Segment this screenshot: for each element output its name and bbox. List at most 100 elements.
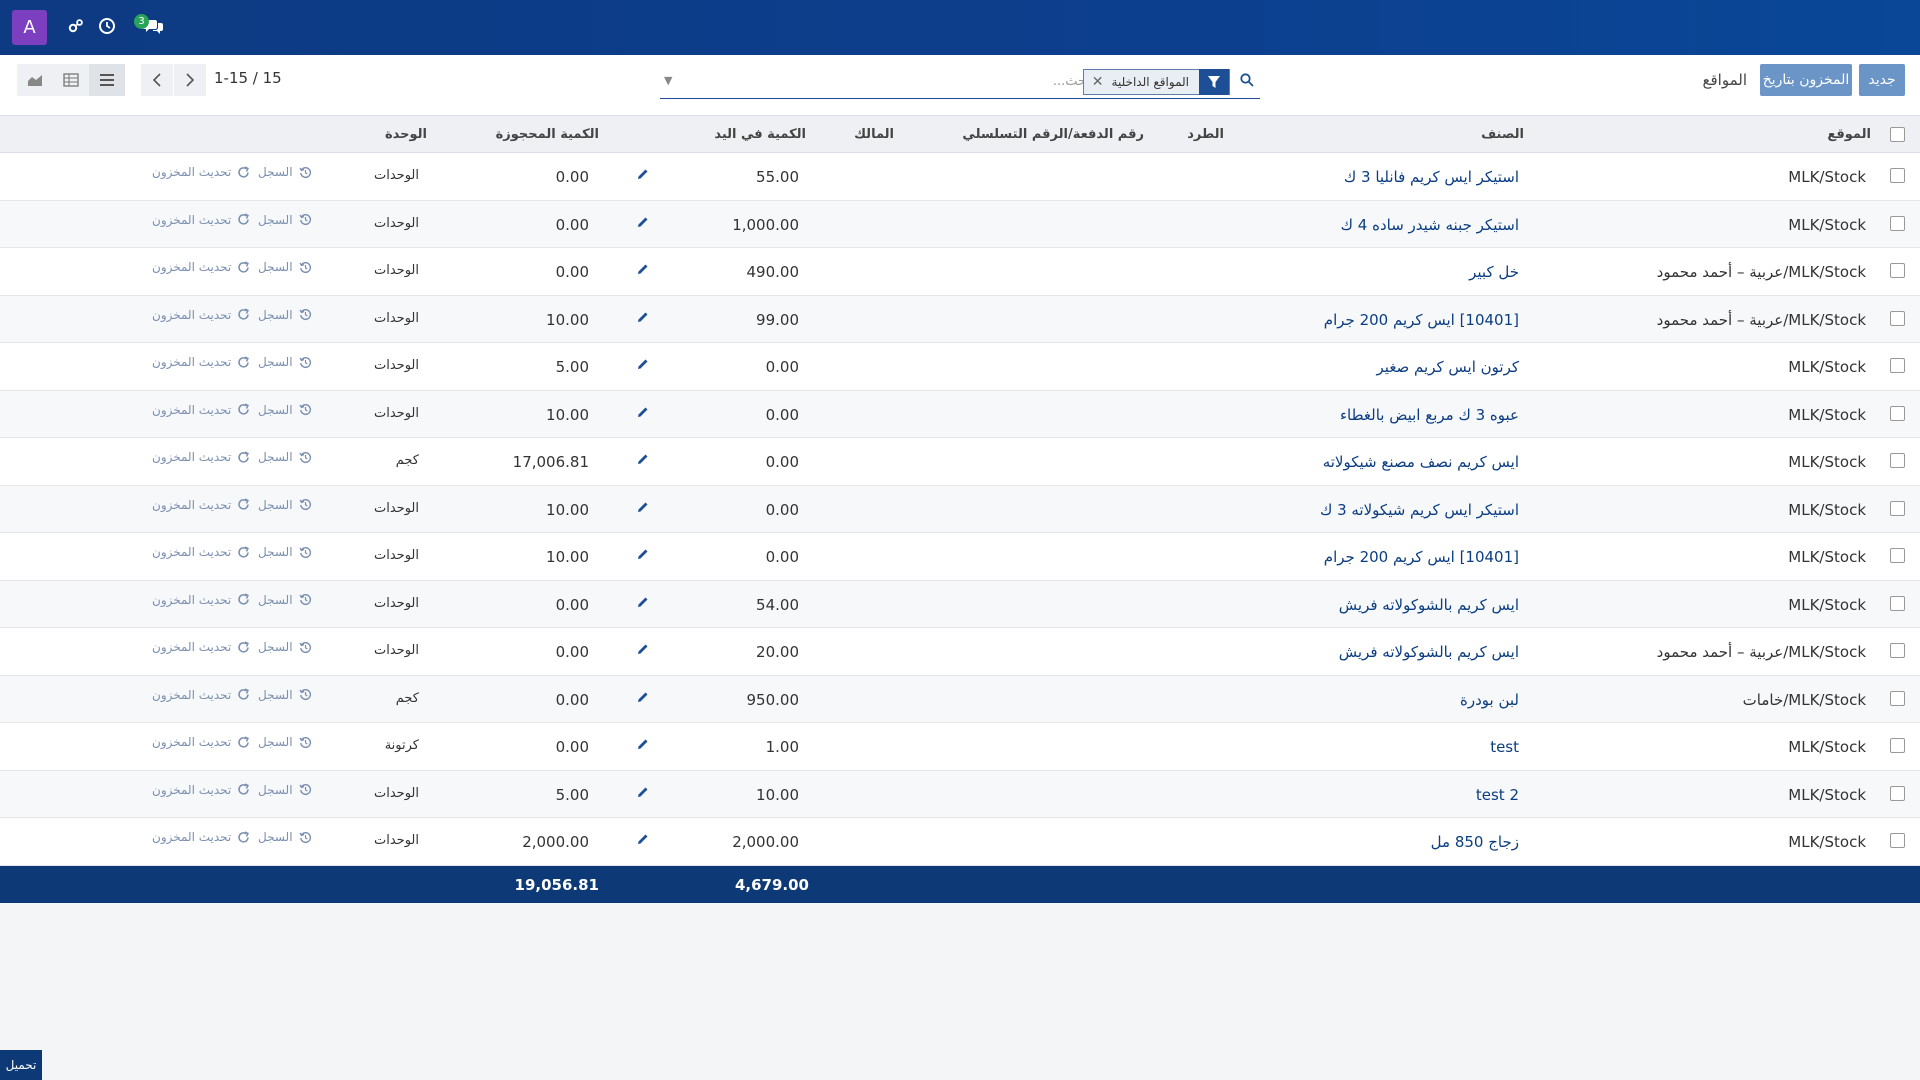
row-checkbox[interactable] — [1890, 453, 1905, 468]
update-quantity-button[interactable]: تحديث المخزون — [152, 308, 250, 322]
pencil-icon[interactable] — [637, 641, 649, 659]
cell-product[interactable]: استيكر ايس كريم شيكولاته 3 ك — [1320, 501, 1519, 519]
history-button[interactable]: السجل — [258, 355, 312, 369]
pencil-icon[interactable] — [637, 499, 649, 517]
table-row[interactable]: MLK/Stock [10401] ايس كريم 200 جرام 0.00… — [0, 533, 1920, 581]
pencil-icon[interactable] — [637, 309, 649, 327]
table-row[interactable]: MLK/Stock/عربية – أحمد محمود خل كبير 490… — [0, 248, 1920, 296]
update-quantity-button[interactable]: تحديث المخزون — [152, 545, 250, 559]
cell-product[interactable]: ايس كريم بالشوكولاته فريش — [1339, 643, 1519, 661]
pencil-icon[interactable] — [637, 594, 649, 612]
download-button[interactable]: تحميل — [0, 1050, 42, 1080]
close-icon[interactable]: ✕ — [1084, 74, 1104, 90]
table-row[interactable]: MLK/Stock test 1.00 0.00 كرتونة السجل تح… — [0, 723, 1920, 771]
column-reserved[interactable]: الكمية المحجوزة — [496, 127, 599, 142]
column-uom[interactable]: الوحدة — [385, 127, 427, 142]
row-checkbox[interactable] — [1890, 358, 1905, 373]
update-quantity-button[interactable]: تحديث المخزون — [152, 403, 250, 417]
cell-product[interactable]: [10401] ايس كريم 200 جرام — [1324, 311, 1519, 329]
new-button[interactable]: جديد — [1859, 64, 1905, 96]
history-button[interactable]: السجل — [258, 213, 312, 227]
table-row[interactable]: MLK/Stock/عربية – أحمد محمود ايس كريم با… — [0, 628, 1920, 676]
cell-product[interactable]: ايس كريم نصف مصنع شيكولاته — [1323, 453, 1519, 471]
pager-value[interactable]: 1-15 / 15 — [214, 69, 282, 87]
table-row[interactable]: MLK/Stock كرتون ايس كريم صغير 0.00 5.00 … — [0, 343, 1920, 391]
history-button[interactable]: السجل — [258, 783, 312, 797]
table-row[interactable]: MLK/Stock استيكر ايس كريم فانليا 3 ك 55.… — [0, 153, 1920, 201]
pivot-view-button[interactable] — [53, 64, 89, 96]
table-row[interactable]: MLK/Stock/خامات لبن بودرة 950.00 0.00 كج… — [0, 675, 1920, 723]
inventory-at-date-button[interactable]: المخزون بتاريخ — [1760, 64, 1852, 96]
row-checkbox[interactable] — [1890, 595, 1905, 611]
previous-page-button[interactable] — [141, 64, 173, 96]
column-on-hand[interactable]: الكمية في اليد — [714, 127, 806, 142]
history-button[interactable]: السجل — [258, 165, 312, 179]
history-button[interactable]: السجل — [258, 688, 312, 702]
row-checkbox[interactable] — [1890, 168, 1905, 183]
pencil-icon[interactable] — [637, 784, 649, 802]
search-icon[interactable] — [1240, 73, 1254, 91]
cell-product[interactable]: عبوه 3 ك مربع ابيض بالغطاء — [1340, 406, 1519, 424]
table-row[interactable]: MLK/Stock عبوه 3 ك مربع ابيض بالغطاء 0.0… — [0, 390, 1920, 438]
row-checkbox[interactable] — [1890, 215, 1905, 231]
table-row[interactable]: MLK/Stock ايس كريم نصف مصنع شيكولاته 0.0… — [0, 438, 1920, 486]
cell-product[interactable]: test 2 — [1476, 786, 1519, 804]
pencil-icon[interactable] — [637, 356, 649, 374]
clock-icon[interactable] — [95, 14, 119, 38]
row-checkbox[interactable] — [1890, 833, 1905, 848]
history-button[interactable]: السجل — [258, 640, 312, 654]
history-button[interactable]: السجل — [258, 498, 312, 512]
cell-product[interactable]: خل كبير — [1469, 263, 1519, 281]
app-avatar[interactable]: A — [12, 10, 47, 45]
history-button[interactable]: السجل — [258, 260, 312, 274]
update-quantity-button[interactable]: تحديث المخزون — [152, 213, 250, 227]
update-quantity-button[interactable]: تحديث المخزون — [152, 830, 250, 844]
graph-view-button[interactable] — [17, 64, 53, 96]
update-quantity-button[interactable]: تحديث المخزون — [152, 355, 250, 369]
pencil-icon[interactable] — [637, 214, 649, 232]
table-row[interactable]: MLK/Stock استيكر جبنه شيدر ساده 4 ك 1,00… — [0, 200, 1920, 248]
update-quantity-button[interactable]: تحديث المخزون — [152, 735, 250, 749]
pencil-icon[interactable] — [637, 451, 649, 469]
column-owner[interactable]: المالك — [854, 127, 894, 142]
pencil-icon[interactable] — [637, 404, 649, 422]
pencil-icon[interactable] — [637, 831, 649, 849]
row-checkbox[interactable] — [1890, 643, 1905, 658]
update-quantity-button[interactable]: تحديث المخزون — [152, 688, 250, 702]
column-location[interactable]: الموقع — [1827, 127, 1871, 142]
history-button[interactable]: السجل — [258, 593, 312, 607]
update-quantity-button[interactable]: تحديث المخزون — [152, 593, 250, 607]
history-button[interactable]: السجل — [258, 830, 312, 844]
search-box[interactable]: ▼ بحث... ✕ المواقع الداخلية — [660, 67, 1260, 99]
pencil-icon[interactable] — [637, 166, 649, 184]
table-row[interactable]: MLK/Stock test 2 10.00 5.00 الوحدات السج… — [0, 770, 1920, 818]
history-button[interactable]: السجل — [258, 450, 312, 464]
cell-product[interactable]: زجاج 850 مل — [1431, 833, 1519, 851]
next-page-button[interactable] — [174, 64, 206, 96]
row-checkbox[interactable] — [1890, 785, 1905, 801]
history-button[interactable]: السجل — [258, 308, 312, 322]
row-checkbox[interactable] — [1890, 690, 1905, 706]
pencil-icon[interactable] — [637, 689, 649, 707]
history-button[interactable]: السجل — [258, 403, 312, 417]
history-button[interactable]: السجل — [258, 735, 312, 749]
history-button[interactable]: السجل — [258, 545, 312, 559]
cell-product[interactable]: كرتون ايس كريم صغير — [1377, 358, 1519, 376]
table-row[interactable]: MLK/Stock استيكر ايس كريم شيكولاته 3 ك 0… — [0, 485, 1920, 533]
column-package[interactable]: الطرد — [1187, 127, 1224, 142]
cell-product[interactable]: [10401] ايس كريم 200 جرام — [1324, 548, 1519, 566]
table-row[interactable]: MLK/Stock ايس كريم بالشوكولاته فريش 54.0… — [0, 580, 1920, 628]
cell-product[interactable]: استيكر ايس كريم فانليا 3 ك — [1344, 168, 1519, 186]
column-lot[interactable]: رقم الدفعة/الرقم التسلسلي — [962, 127, 1144, 142]
list-view-button[interactable] — [89, 64, 125, 96]
column-product[interactable]: الصنف — [1481, 127, 1524, 142]
pencil-icon[interactable] — [637, 736, 649, 754]
row-checkbox[interactable] — [1890, 500, 1905, 516]
update-quantity-button[interactable]: تحديث المخزون — [152, 498, 250, 512]
update-quantity-button[interactable]: تحديث المخزون — [152, 260, 250, 274]
cell-product[interactable]: استيكر جبنه شيدر ساده 4 ك — [1341, 216, 1519, 234]
cell-product[interactable]: لبن بودرة — [1460, 691, 1519, 709]
pencil-icon[interactable] — [637, 546, 649, 564]
chevron-down-icon[interactable]: ▼ — [664, 74, 672, 87]
row-checkbox[interactable] — [1890, 263, 1905, 278]
